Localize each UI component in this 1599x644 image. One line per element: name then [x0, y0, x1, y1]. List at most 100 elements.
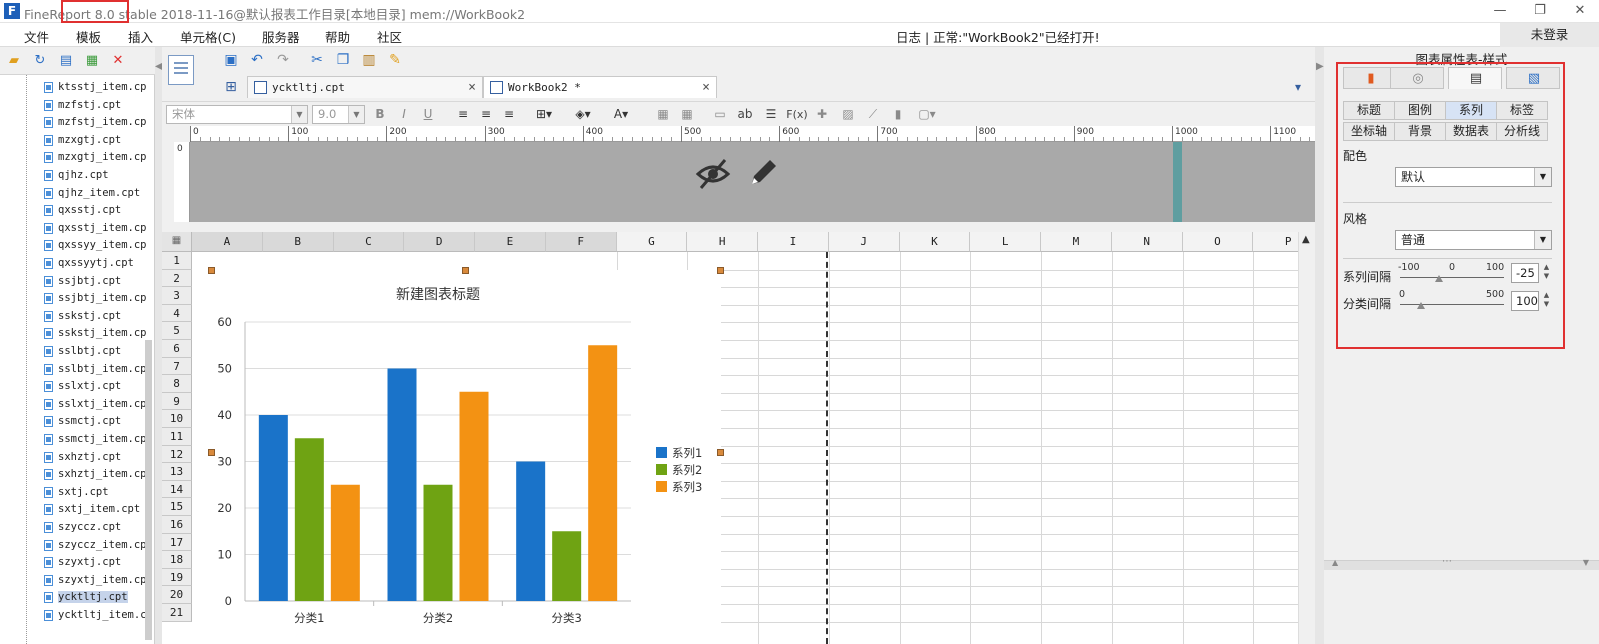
- series-gap-spinner[interactable]: ▲ ▼: [1541, 263, 1552, 283]
- subtab-series[interactable]: 系列: [1445, 101, 1497, 120]
- column-header[interactable]: B: [262, 232, 334, 252]
- refresh-icon[interactable]: ↻: [32, 53, 48, 69]
- tree-item[interactable]: ktsstj_item.cp: [0, 79, 150, 97]
- resize-handle-ml[interactable]: [208, 449, 215, 456]
- tree-item[interactable]: sxtj.cpt: [0, 484, 150, 502]
- chart-widget[interactable]: 新建图表标题 0 10 20 30 40 50 60 分类1 分类2 分类3 系列1 系列2 系列3: [209, 270, 721, 644]
- fill-color-icon[interactable]: ◈▾: [570, 106, 596, 123]
- tree-item[interactable]: szyxtj_item.cp: [0, 572, 150, 590]
- sheet-vertical-scrollbar[interactable]: ▲: [1298, 232, 1315, 644]
- tree-item[interactable]: sslxtj.cpt: [0, 378, 150, 396]
- tree-item[interactable]: qxssyy_item.cp: [0, 237, 150, 255]
- subtab-legend[interactable]: 图例: [1394, 101, 1446, 120]
- row-header[interactable]: 1: [162, 252, 192, 270]
- menu-community[interactable]: 社区: [377, 27, 402, 46]
- tree-item[interactable]: qxsstj.cpt: [0, 202, 150, 220]
- bar-chart[interactable]: 新建图表标题 0 10 20 30 40 50 60 分类1 分类2 分类3 系列1 系列2 系列3: [209, 270, 721, 644]
- paste-icon[interactable]: ▥: [360, 51, 378, 69]
- subtab-axis[interactable]: 坐标轴: [1343, 122, 1395, 141]
- tree-item[interactable]: sslxtj_item.cp: [0, 396, 150, 414]
- menu-cell[interactable]: 单元格(C): [180, 27, 236, 46]
- tab-chart-style[interactable]: ▤: [1448, 67, 1502, 89]
- column-header[interactable]: N: [1111, 232, 1183, 252]
- row-header[interactable]: 15: [162, 498, 192, 516]
- image-icon[interactable]: ▨: [839, 106, 857, 123]
- category-gap-input[interactable]: 100: [1511, 291, 1539, 311]
- tree-item[interactable]: szyccz_item.cp: [0, 537, 150, 555]
- tree-item[interactable]: qjhz.cpt: [0, 167, 150, 185]
- category-gap-slider-thumb[interactable]: [1416, 302, 1425, 309]
- row-header[interactable]: 21: [162, 604, 192, 622]
- underline-button[interactable]: U: [420, 106, 436, 123]
- tree-item[interactable]: ssjbtj_item.cp: [0, 290, 150, 308]
- font-size-select[interactable]: 9.0 ▼: [312, 105, 365, 124]
- tree-item[interactable]: sskstj_item.cp: [0, 325, 150, 343]
- report-preview-icon[interactable]: [168, 55, 194, 85]
- category-gap-spinner[interactable]: ▲ ▼: [1541, 291, 1552, 311]
- bold-button[interactable]: B: [372, 106, 388, 123]
- copy-icon[interactable]: ❐: [334, 51, 352, 69]
- series-gap-input[interactable]: -25: [1511, 263, 1539, 283]
- slash-icon[interactable]: ⟋: [864, 106, 882, 123]
- row-header[interactable]: 17: [162, 533, 192, 552]
- row-header[interactable]: 10: [162, 410, 192, 428]
- panel-bottom-splitter[interactable]: ▲ ⋯ ▼: [1324, 556, 1599, 570]
- subtab-datasheet[interactable]: 数据表: [1445, 122, 1497, 141]
- resize-handle-mr[interactable]: [717, 449, 724, 456]
- align-left-icon[interactable]: ≡: [454, 106, 472, 123]
- tree-item[interactable]: ssmctj.cpt: [0, 413, 150, 431]
- font-name-select[interactable]: 宋体 ▼: [166, 105, 308, 124]
- arrow-down-icon[interactable]: ▼: [1583, 558, 1589, 567]
- row-header[interactable]: 6: [162, 340, 192, 358]
- menu-template[interactable]: 模板: [76, 27, 101, 46]
- column-header[interactable]: D: [404, 232, 475, 252]
- subtab-title[interactable]: 标题: [1343, 101, 1395, 120]
- column-header[interactable]: K: [899, 232, 971, 252]
- hide-eye-icon[interactable]: [695, 156, 731, 192]
- tree-item[interactable]: sskstj.cpt: [0, 308, 150, 326]
- column-header[interactable]: I: [758, 232, 829, 252]
- redo-icon[interactable]: ↷: [274, 51, 292, 69]
- column-header[interactable]: A: [192, 232, 263, 252]
- row-header[interactable]: 8: [162, 375, 192, 393]
- tree-item[interactable]: ycktltj.cpt: [0, 589, 150, 607]
- text-button[interactable]: ab: [735, 106, 755, 123]
- merge-cells-icon[interactable]: ▦: [654, 106, 672, 123]
- tree-item[interactable]: szyxtj.cpt: [0, 554, 150, 572]
- column-header[interactable]: H: [687, 232, 758, 252]
- tree-item[interactable]: qjhz_item.cpt: [0, 185, 150, 203]
- minimize-button[interactable]: —: [1487, 2, 1513, 20]
- subtab-label[interactable]: 标签: [1496, 101, 1548, 120]
- log-status[interactable]: 日志 | 正常:"WorkBook2"已经打开!: [896, 27, 1100, 46]
- tab-close-icon[interactable]: ×: [702, 77, 710, 98]
- row-header[interactable]: 4: [162, 304, 192, 323]
- row-header[interactable]: 19: [162, 568, 192, 587]
- row-header[interactable]: 18: [162, 551, 192, 569]
- new-template-icon[interactable]: ▦: [84, 53, 100, 69]
- border-icon[interactable]: ⊞▾: [532, 106, 556, 123]
- menu-insert[interactable]: 插入: [128, 27, 153, 46]
- tree-item[interactable]: sxhztj_item.cp: [0, 466, 150, 484]
- right-splitter[interactable]: ▶: [1315, 47, 1324, 644]
- row-header[interactable]: 3: [162, 287, 192, 305]
- subreport-icon[interactable]: ▮: [889, 106, 907, 123]
- resize-handle-tm[interactable]: [462, 267, 469, 274]
- row-header[interactable]: 11: [162, 428, 192, 446]
- menu-file[interactable]: 文件: [24, 27, 49, 46]
- column-header[interactable]: M: [1041, 232, 1112, 252]
- column-header[interactable]: G: [616, 232, 688, 252]
- tree-item[interactable]: qxssyytj.cpt: [0, 255, 150, 273]
- formula-button[interactable]: F(x): [786, 106, 808, 123]
- tab-chart-data[interactable]: ◎: [1390, 67, 1444, 89]
- tab-workbook2[interactable]: WorkBook2 * ×: [483, 76, 717, 98]
- tree-item[interactable]: mzxgtj.cpt: [0, 132, 150, 150]
- column-header[interactable]: L: [970, 232, 1041, 252]
- style-select[interactable]: 普通 ▼: [1395, 230, 1552, 250]
- row-header[interactable]: 14: [162, 480, 192, 499]
- login-button[interactable]: 未登录: [1500, 23, 1599, 47]
- new-sheet-icon[interactable]: ⊞: [222, 78, 240, 96]
- properties-icon[interactable]: ▤: [58, 53, 74, 69]
- column-header[interactable]: J: [828, 232, 900, 252]
- font-color-icon[interactable]: A▾: [608, 106, 634, 123]
- scroll-up-icon[interactable]: ▲: [1302, 234, 1310, 245]
